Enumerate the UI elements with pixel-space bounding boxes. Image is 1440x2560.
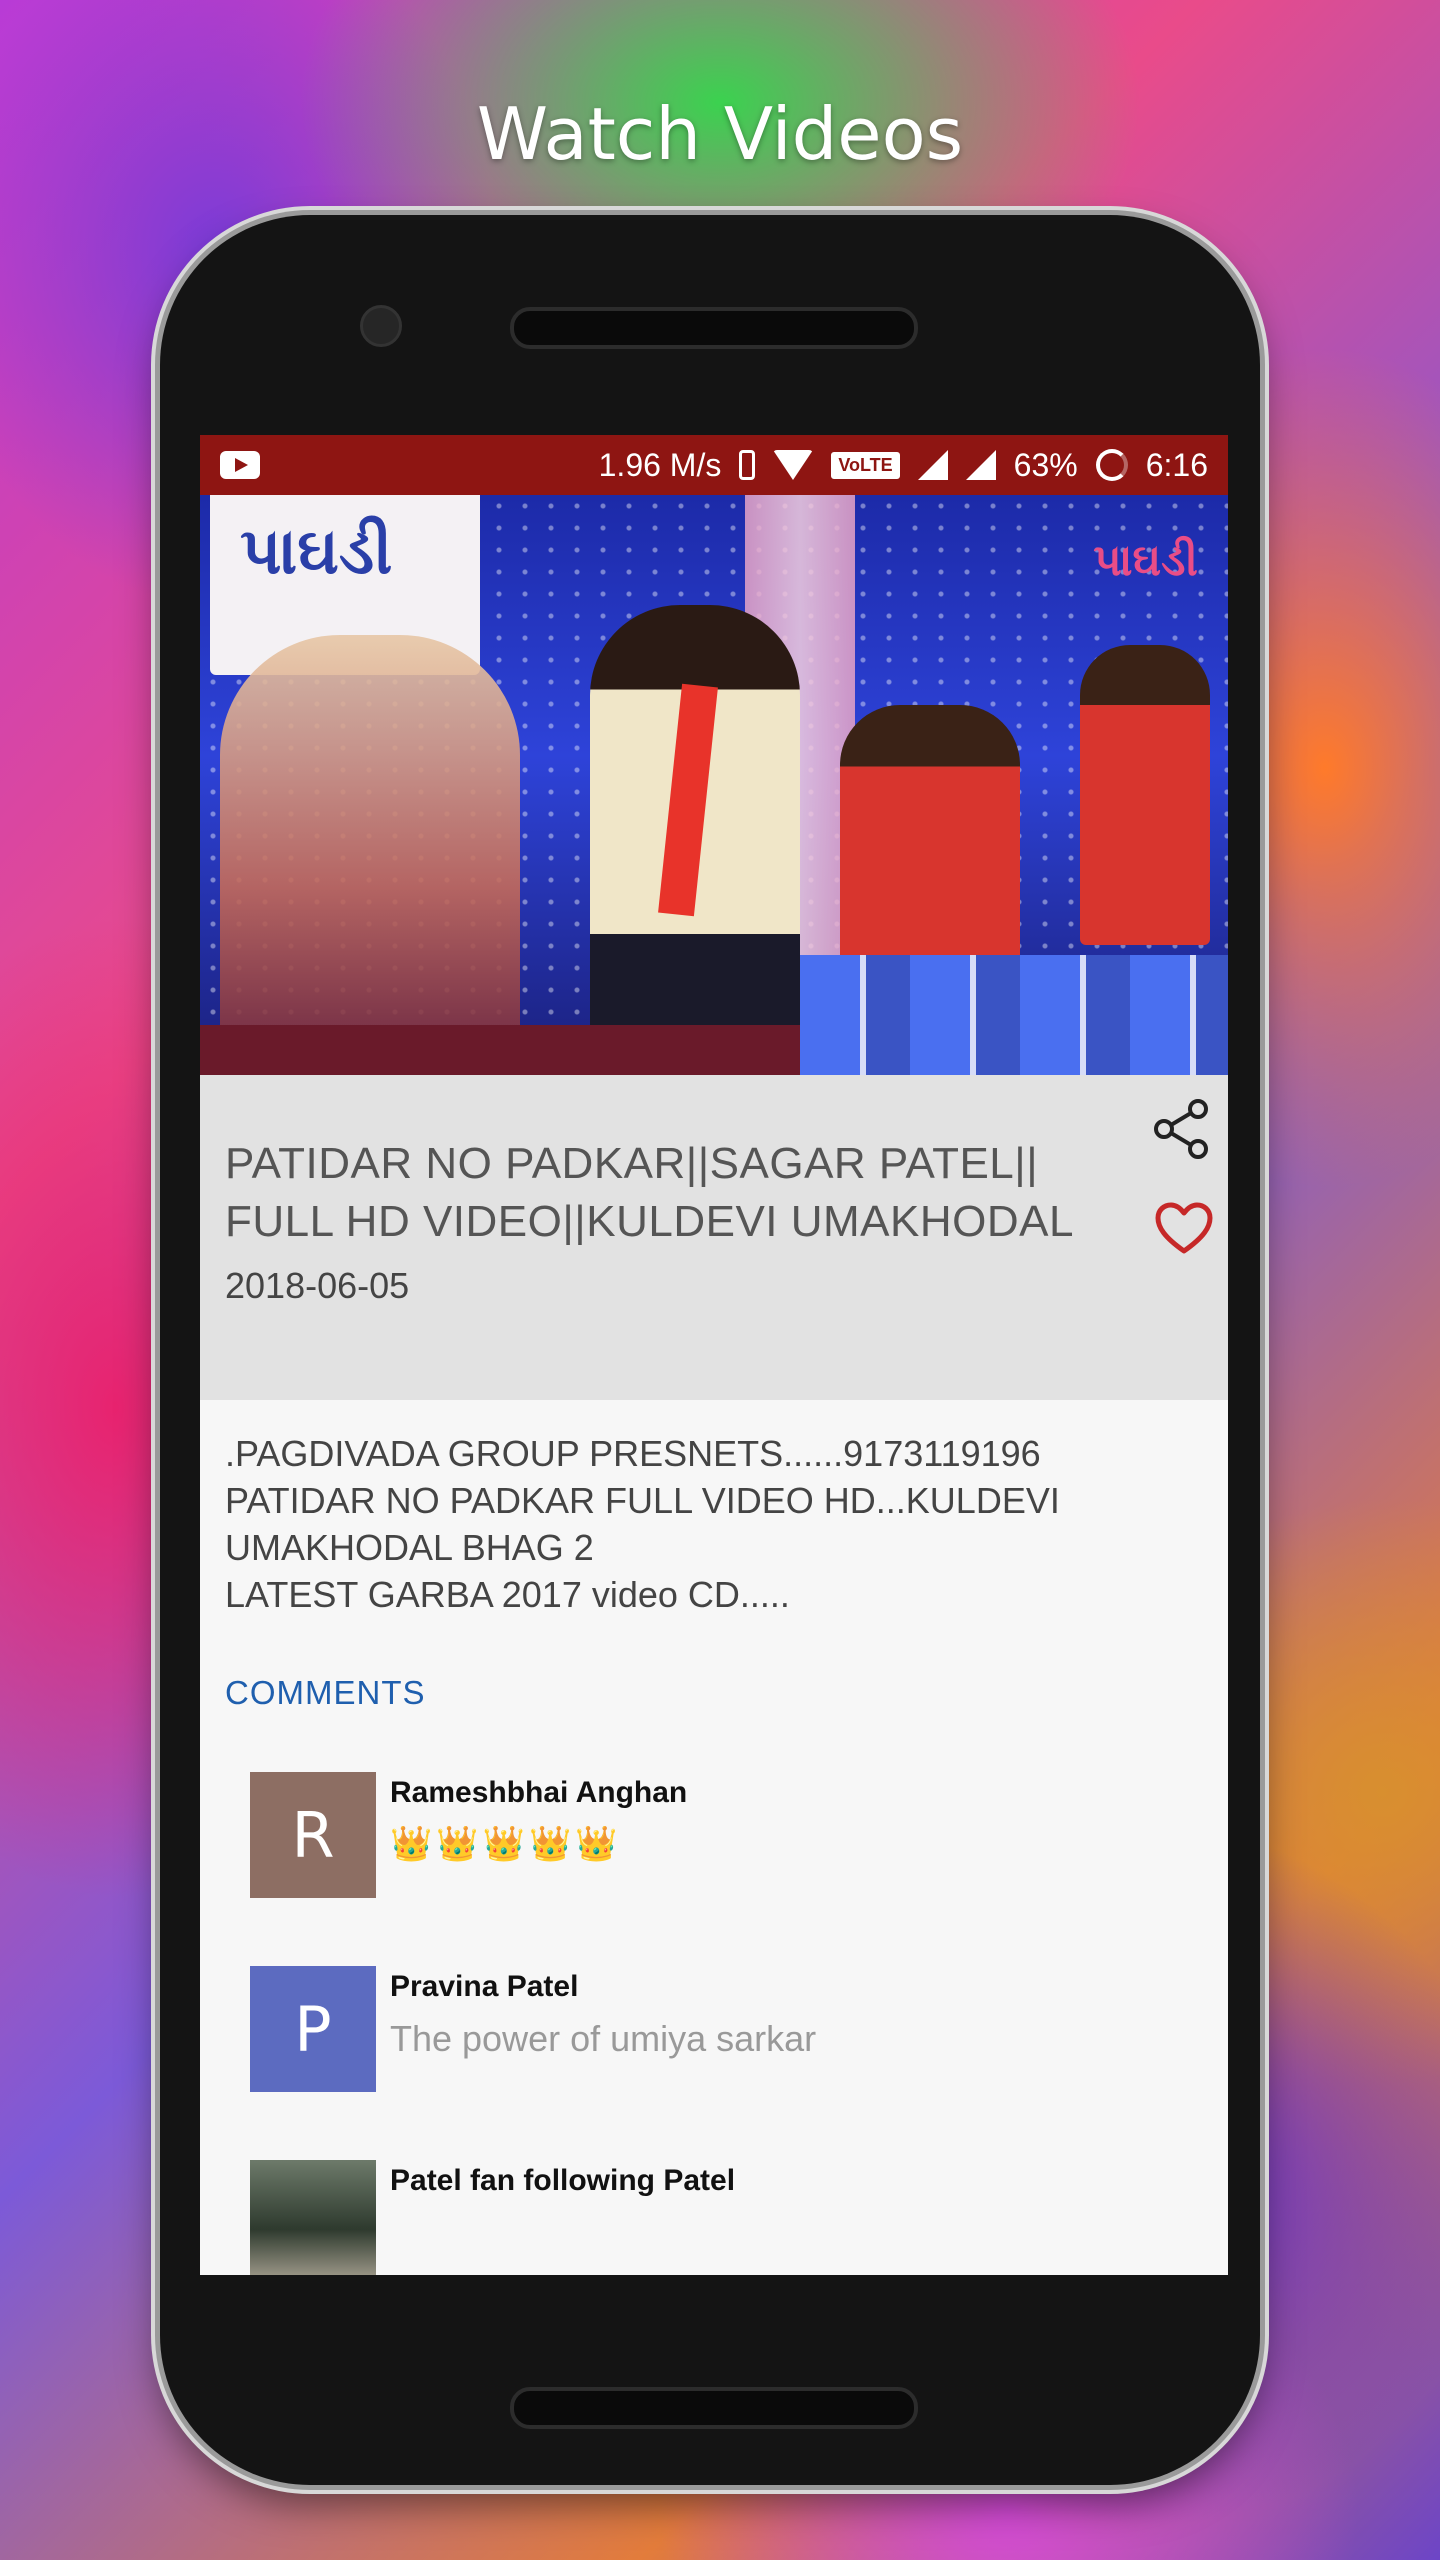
avatar [250, 2160, 376, 2275]
comment-body: Rameshbhai Anghan 👑👑👑👑👑 [390, 1772, 687, 1898]
youtube-icon [220, 451, 260, 479]
app-screen: 1.96 M/s VoLTE 63% 6:16 પાઘડી પાઘડી PATI… [200, 435, 1228, 2275]
signal-icon [917, 450, 948, 480]
wifi-icon [773, 450, 814, 480]
top-speaker [510, 307, 918, 349]
vibrate-icon [739, 450, 756, 480]
drum-set [800, 955, 1228, 1075]
bottom-speaker [510, 2387, 918, 2429]
network-speed: 1.96 M/s [598, 446, 722, 483]
comment-body: Pravina Patel The power of umiya sarkar [390, 1966, 816, 2092]
comment-author: Patel fan following Patel [390, 2164, 736, 2197]
heart-icon[interactable] [1154, 1201, 1214, 1257]
video-info: PATIDAR NO PADKAR||SAGAR PATEL|| FULL HD… [200, 1075, 1228, 1400]
phone-frame: 1.96 M/s VoLTE 63% 6:16 પાઘડી પાઘડી PATI… [160, 215, 1260, 2485]
video-description: .PAGDIVADA GROUP PRESNETS......917311919… [225, 1433, 1060, 1615]
banner-text: પાઘડી [240, 515, 393, 589]
comment-body: Patel fan following Patel [390, 2160, 735, 2275]
video-title: PATIDAR NO PADKAR||SAGAR PATEL|| FULL HD… [225, 1139, 1074, 1246]
battery-percent: 63% [1013, 446, 1078, 483]
comment-author: Pravina Patel [390, 1970, 579, 2003]
comments-list: R Rameshbhai Anghan 👑👑👑👑👑 P Pravina Pate… [200, 1712, 1228, 2275]
video-date: 2018-06-05 [225, 1265, 410, 1306]
comment-author: Rameshbhai Anghan [390, 1776, 688, 1809]
signal-icon-2 [965, 450, 996, 480]
comment-text: The power of umiya sarkar [390, 2018, 817, 2059]
status-bar: 1.96 M/s VoLTE 63% 6:16 [200, 435, 1228, 495]
page-headline: Watch Videos [476, 92, 964, 176]
musician-figure-2 [1080, 645, 1210, 945]
comments-heading: COMMENTS [225, 1674, 426, 1711]
comment-item[interactable]: Patel fan following Patel [250, 2160, 1228, 2275]
volte-icon: VoLTE [831, 451, 900, 479]
share-icon[interactable] [1150, 1097, 1214, 1161]
comment-item[interactable]: P Pravina Patel The power of umiya sarka… [250, 1966, 1228, 2092]
avatar: P [250, 1966, 376, 2092]
musician-figure [840, 705, 1020, 985]
clock: 6:16 [1145, 446, 1208, 483]
comment-text: 👑👑👑👑👑 [390, 1825, 622, 1863]
comment-item[interactable]: R Rameshbhai Anghan 👑👑👑👑👑 [250, 1772, 1228, 1898]
video-player[interactable]: પાઘડી પાઘડી [200, 495, 1228, 1075]
front-camera [360, 305, 402, 347]
battery-icon [1095, 449, 1128, 481]
channel-watermark: પાઘડી [1093, 535, 1198, 586]
deity-statue [220, 635, 520, 1055]
avatar: R [250, 1772, 376, 1898]
status-right: 1.96 M/s VoLTE 63% 6:16 [599, 447, 1208, 484]
